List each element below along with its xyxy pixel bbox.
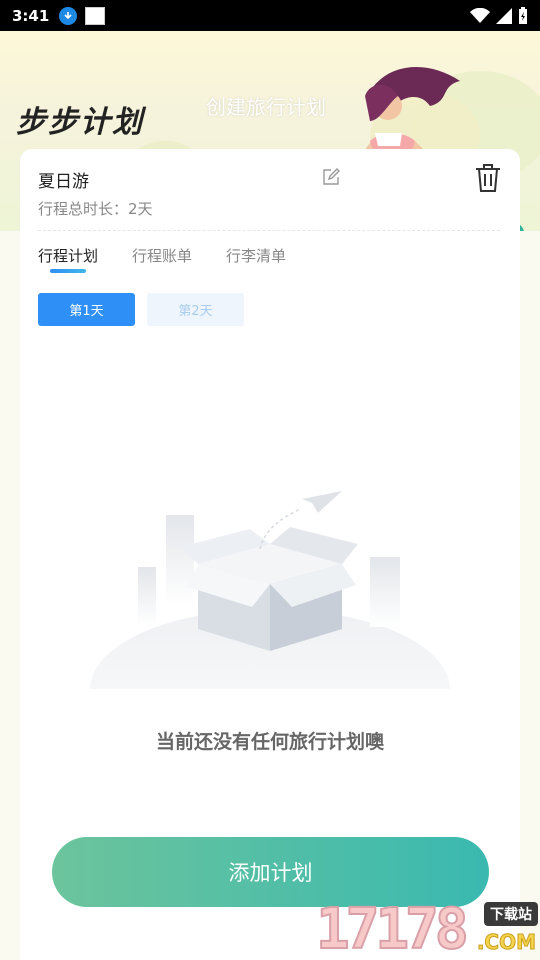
trash-icon[interactable]	[474, 163, 502, 193]
watermark-logo: 17178 下载站 .COM	[315, 897, 540, 960]
empty-box-illustration	[90, 491, 450, 689]
banner-subtitle: 创建旅行计划	[206, 95, 326, 119]
trip-card: 夏日游 行程总时长：2天 行程计划 行程账单 行李清单 第1天 第2天 当前还没…	[20, 149, 520, 960]
download-icon	[59, 6, 78, 25]
notification-image-icon	[85, 6, 106, 25]
empty-state-message: 当前还没有任何旅行计划噢	[155, 731, 384, 753]
status-icons	[470, 6, 528, 25]
watermark-domain: .COM	[476, 930, 536, 955]
tab-bar: 行程计划 行程账单 行李清单	[38, 245, 286, 273]
divider	[38, 230, 500, 231]
day-1-button[interactable]: 第1天	[38, 293, 135, 326]
day-2-button[interactable]: 第2天	[147, 293, 244, 326]
trip-duration: 行程总时长：2天	[38, 200, 153, 218]
status-time: 3:41	[12, 6, 50, 25]
app-logo: 步步计划	[16, 105, 144, 140]
wifi-icon	[470, 7, 490, 23]
tab-packing-list[interactable]: 行李清单	[226, 245, 286, 266]
trip-name: 夏日游	[38, 172, 89, 192]
battery-icon	[519, 6, 527, 24]
edit-icon[interactable]	[322, 168, 340, 186]
day-selector: 第1天 第2天	[38, 293, 244, 326]
tab-expenses[interactable]: 行程账单	[132, 245, 192, 266]
tab-itinerary[interactable]: 行程计划	[38, 245, 98, 273]
signal-icon	[496, 7, 512, 24]
watermark-tag: 下载站	[484, 902, 538, 926]
watermark-number: 17178	[315, 897, 470, 960]
status-bar: 3:41	[0, 0, 540, 31]
